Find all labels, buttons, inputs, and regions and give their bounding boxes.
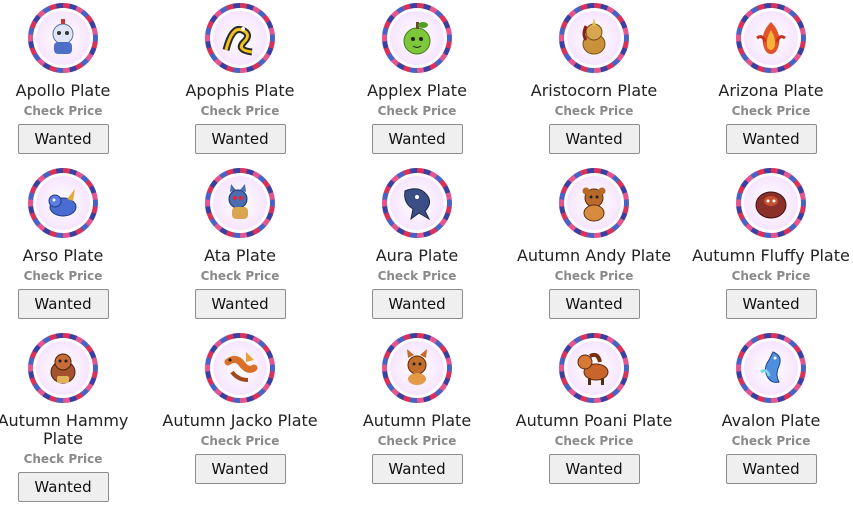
plate-name: Autumn Poani Plate <box>515 411 673 430</box>
plate-item: Aristocorn Plate Check Price Wanted <box>508 0 680 154</box>
check-price-link[interactable]: Check Price <box>685 434 853 448</box>
plate-item: Autumn Plate Check Price Wanted <box>331 330 503 484</box>
check-price-link[interactable]: Check Price <box>685 269 853 283</box>
robot-pet-icon <box>52 19 74 54</box>
plate-item: Arso Plate Check Price Wanted <box>0 165 149 319</box>
wraith-pet-icon <box>404 188 431 221</box>
plate-name: Applex Plate <box>367 81 467 100</box>
plate-image[interactable] <box>28 333 98 403</box>
wanted-button[interactable]: Wanted <box>725 289 817 319</box>
plate-item: Avalon Plate Check Price Wanted <box>685 330 853 484</box>
cat-pet-icon <box>228 184 248 219</box>
wanted-button[interactable]: Wanted <box>17 124 109 154</box>
wanted-button[interactable]: Wanted <box>17 289 109 319</box>
plate-name: Autumn Plate <box>362 411 472 430</box>
plate-image[interactable] <box>205 333 275 403</box>
wanted-button[interactable]: Wanted <box>548 124 640 154</box>
plate-image[interactable] <box>559 3 629 73</box>
lizard-pet-icon <box>224 352 258 382</box>
check-price-link[interactable]: Check Price <box>331 434 503 448</box>
wanted-button[interactable]: Wanted <box>194 454 286 484</box>
dragon-pet-icon <box>48 189 77 217</box>
plate-item: Apophis Plate Check Price Wanted <box>154 0 326 154</box>
plate-image[interactable] <box>559 168 629 238</box>
wanted-button[interactable]: Wanted <box>194 289 286 319</box>
plate-item: Ata Plate Check Price Wanted <box>154 165 326 319</box>
wanted-button[interactable]: Wanted <box>548 289 640 319</box>
check-price-link[interactable]: Check Price <box>508 104 680 118</box>
plate-name: Apollo Plate <box>15 81 111 100</box>
plate-image[interactable] <box>205 3 275 73</box>
wanted-button[interactable]: Wanted <box>17 472 109 502</box>
check-price-link[interactable]: Check Price <box>154 269 326 283</box>
wanted-button[interactable]: Wanted <box>548 454 640 484</box>
check-price-link[interactable]: Check Price <box>0 269 149 283</box>
plate-name: Autumn Hammy Plate <box>0 411 129 448</box>
plate-name: Aristocorn Plate <box>530 81 658 100</box>
check-price-link[interactable]: Check Price <box>331 104 503 118</box>
wanted-button[interactable]: Wanted <box>725 124 817 154</box>
plate-image[interactable] <box>559 333 629 403</box>
plate-image[interactable] <box>736 3 806 73</box>
seahorse-pet-icon <box>760 351 781 383</box>
check-price-link[interactable]: Check Price <box>154 104 326 118</box>
wanted-button[interactable]: Wanted <box>371 289 463 319</box>
plate-item: Autumn Jacko Plate Check Price Wanted <box>154 330 326 484</box>
fox-pet-icon <box>407 349 427 385</box>
check-price-link[interactable]: Check Price <box>331 269 503 283</box>
wanted-button[interactable]: Wanted <box>725 454 817 484</box>
check-price-link[interactable]: Check Price <box>0 452 149 466</box>
plate-item: Autumn Hammy Plate Check Price Wanted <box>0 330 149 502</box>
wanted-button[interactable]: Wanted <box>371 124 463 154</box>
plate-name: Arizona Plate <box>718 81 824 100</box>
plate-image[interactable] <box>736 168 806 238</box>
fire-bird-pet-icon <box>756 22 786 54</box>
plate-image[interactable] <box>28 3 98 73</box>
plate-image[interactable] <box>28 168 98 238</box>
plate-name: Ata Plate <box>204 246 276 265</box>
plate-item: Apollo Plate Check Price Wanted <box>0 0 149 154</box>
wanted-button[interactable]: Wanted <box>194 124 286 154</box>
check-price-link[interactable]: Check Price <box>154 434 326 448</box>
plate-image[interactable] <box>382 3 452 73</box>
plate-item: Arizona Plate Check Price Wanted <box>685 0 853 154</box>
plate-name: Apophis Plate <box>185 81 295 100</box>
unicorn-pet-icon <box>582 18 606 55</box>
plate-image[interactable] <box>382 333 452 403</box>
check-price-link[interactable]: Check Price <box>685 104 853 118</box>
check-price-link[interactable]: Check Price <box>508 269 680 283</box>
plate-name: Autumn Jacko Plate <box>162 411 318 430</box>
plate-item: Autumn Poani Plate Check Price Wanted <box>508 330 680 484</box>
bear-pet-icon <box>582 187 606 222</box>
pony-pet-icon <box>577 352 609 385</box>
check-price-link[interactable]: Check Price <box>0 104 149 118</box>
plate-item: Applex Plate Check Price Wanted <box>331 0 503 154</box>
plate-name: Autumn Andy Plate <box>516 246 672 265</box>
plate-name: Avalon Plate <box>721 411 821 430</box>
hamster-pet-icon <box>50 353 76 384</box>
plate-name: Arso Plate <box>22 246 104 265</box>
plate-name: Autumn Fluffy Plate <box>692 246 850 265</box>
plate-item: Aura Plate Check Price Wanted <box>331 165 503 319</box>
plate-name: Aura Plate <box>375 246 459 265</box>
plate-image[interactable] <box>382 168 452 238</box>
apple-pet-icon <box>403 22 431 55</box>
plate-item: Autumn Fluffy Plate Check Price Wanted <box>685 165 853 319</box>
plate-image[interactable] <box>205 168 275 238</box>
plate-item: Autumn Andy Plate Check Price Wanted <box>508 165 680 319</box>
fluffy-pet-icon <box>755 191 787 219</box>
plate-grid: Apollo Plate Check Price Wanted Apophis … <box>0 0 853 511</box>
snake-pet-icon <box>222 25 253 56</box>
check-price-link[interactable]: Check Price <box>508 434 680 448</box>
plate-image[interactable] <box>736 333 806 403</box>
wanted-button[interactable]: Wanted <box>371 454 463 484</box>
